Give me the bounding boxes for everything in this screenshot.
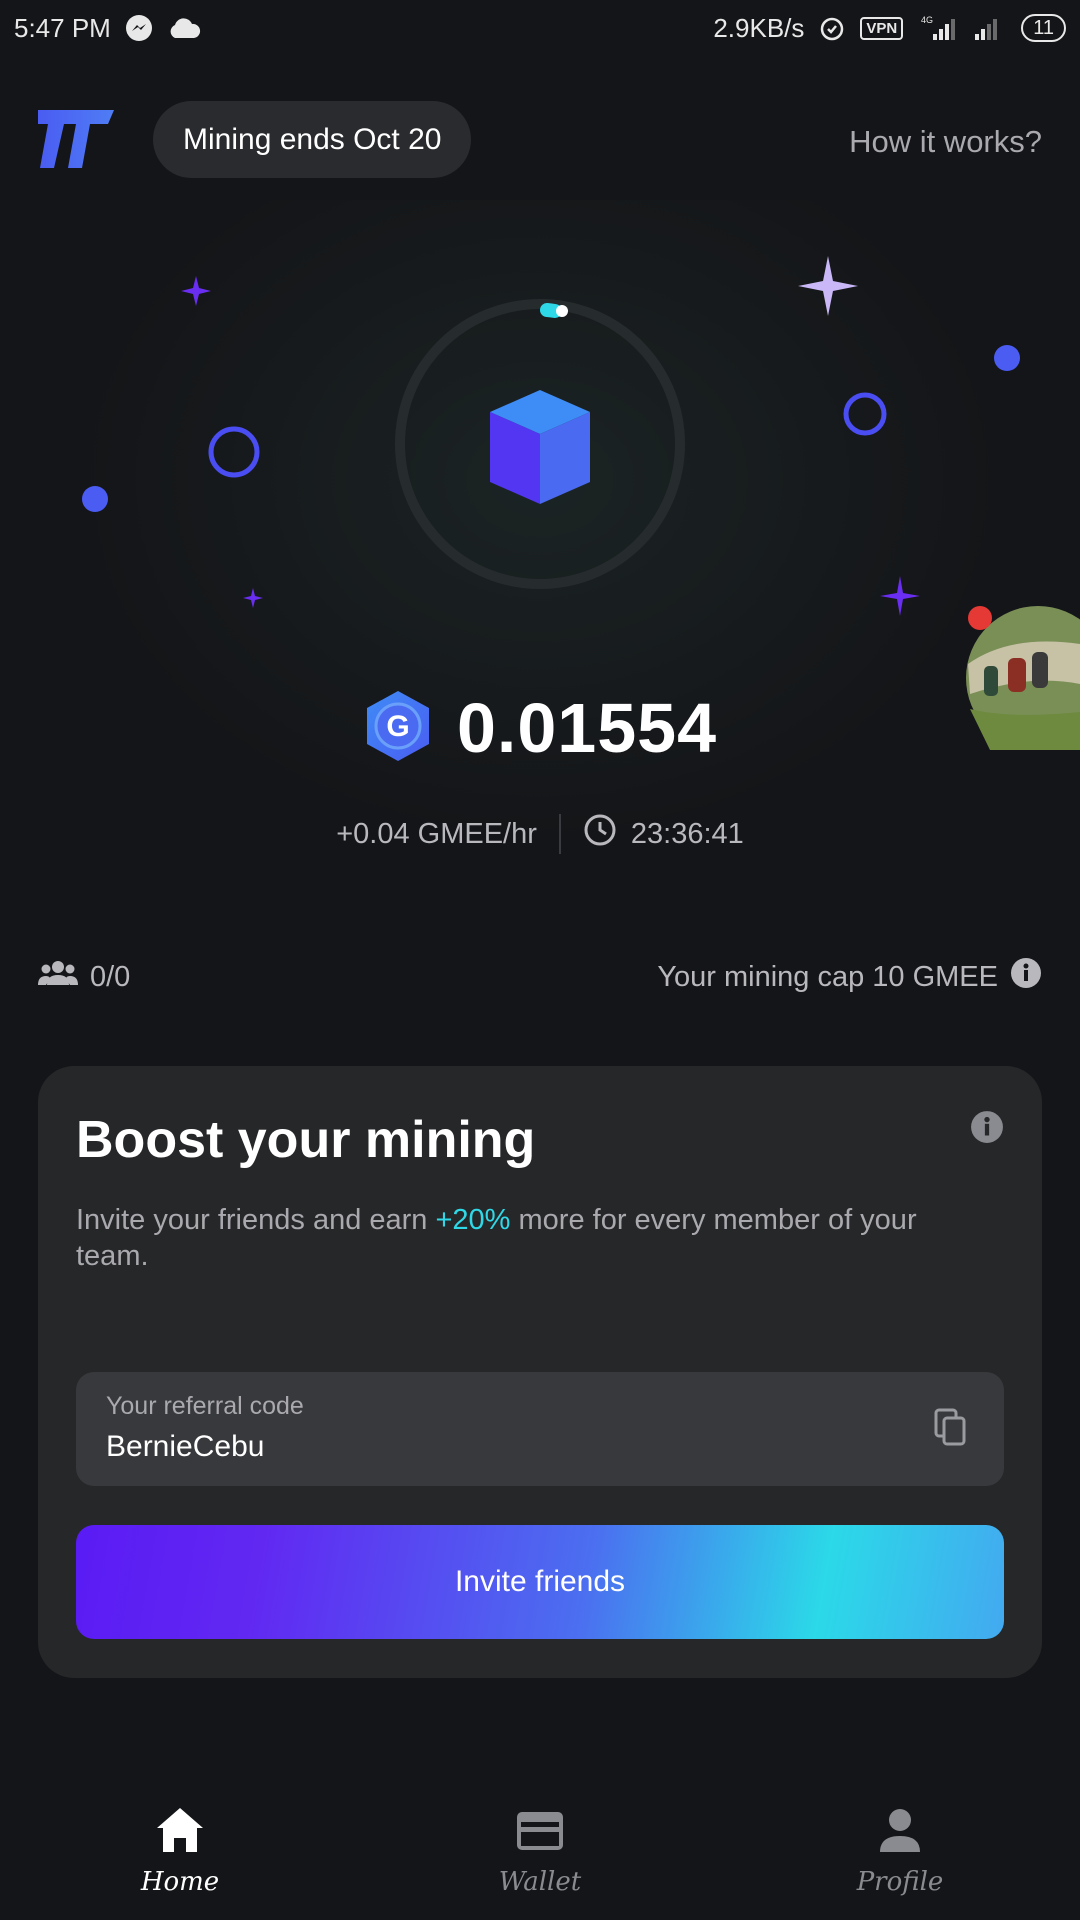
status-bar: 5:47 PM 2.9KB/s VPN 4G 11 — [0, 0, 1080, 56]
boost-desc-accent: +20% — [435, 1204, 511, 1236]
cube-icon — [490, 390, 590, 504]
nav-label-profile: Profile — [856, 1867, 944, 1897]
referral-label: Your referral code — [106, 1392, 304, 1420]
profile-icon — [875, 1806, 925, 1859]
ring-decoration — [843, 392, 887, 436]
nav-item-home[interactable]: Home — [100, 1780, 260, 1920]
app-logo — [38, 110, 114, 168]
mining-visual — [0, 200, 1080, 880]
sparkle-icon — [243, 588, 263, 608]
boost-description: Invite your friends and earn +20% more f… — [76, 1202, 996, 1274]
nav-label-home: Home — [140, 1867, 220, 1897]
battery-indicator: 11 — [1021, 14, 1066, 42]
nav-item-wallet[interactable]: Wallet — [460, 1780, 620, 1920]
gmee-coin-icon: G — [363, 689, 433, 768]
referral-code-box: Your referral code BernieCebu — [76, 1372, 1004, 1486]
wallet-icon — [515, 1806, 565, 1859]
dot-decoration — [994, 345, 1020, 371]
sparkle-icon — [880, 576, 920, 616]
nav-label-wallet: Wallet — [498, 1867, 582, 1897]
boost-title: Boost your mining — [76, 1111, 536, 1169]
divider — [558, 814, 561, 854]
team-icon — [38, 959, 78, 995]
nav-item-profile[interactable]: Profile — [820, 1780, 980, 1920]
signal-icon-2 — [973, 14, 1007, 42]
mining-cap: Your mining cap 10 GMEE — [657, 957, 1042, 997]
signal-icon: 4G — [917, 14, 959, 42]
home-icon — [155, 1806, 205, 1859]
boost-info-icon[interactable] — [970, 1110, 1004, 1149]
info-icon[interactable] — [1010, 957, 1042, 997]
mining-progress-arc — [540, 303, 562, 318]
invite-friends-button[interactable]: Invite friends — [76, 1525, 1004, 1639]
mining-cap-text: Your mining cap 10 GMEE — [657, 960, 998, 993]
mining-ends-badge: Mining ends Oct 20 — [153, 101, 472, 178]
coin-letter: G — [386, 710, 409, 743]
mining-rate: +0.04 GMEE/hr — [336, 817, 537, 850]
status-time: 5:47 PM — [14, 12, 111, 43]
balance-row: G 0.01554 — [0, 688, 1080, 768]
rate-row: +0.04 GMEE/hr 23:36:41 — [0, 812, 1080, 856]
timer-value: 23:36:41 — [630, 817, 744, 850]
mining-balance: 0.01554 — [456, 689, 718, 767]
dot-decoration — [82, 486, 108, 512]
timer: 23:36:41 — [583, 813, 744, 855]
copy-icon[interactable] — [934, 1408, 968, 1453]
messenger-icon — [125, 14, 153, 42]
clock-icon — [583, 813, 617, 855]
vpn-badge: VPN — [860, 16, 904, 40]
app-header: Mining ends Oct 20 How it works? — [0, 100, 1080, 180]
network-speed: 2.9KB/s — [713, 12, 805, 43]
cloud-icon — [167, 16, 201, 40]
network-type: 4G — [921, 15, 933, 25]
mining-ends-label: Mining ends Oct 20 — [183, 122, 442, 156]
bottom-nav: Home Wallet Profile — [0, 1780, 1080, 1920]
referral-code: BernieCebu — [106, 1430, 265, 1463]
boost-desc-before: Invite your friends and earn — [76, 1204, 436, 1236]
team-row: 0/0 Your mining cap 10 GMEE — [38, 955, 1042, 999]
team-count-value: 0/0 — [90, 960, 131, 993]
sparkle-icon — [181, 276, 211, 306]
alarm-icon — [818, 14, 846, 42]
team-count[interactable]: 0/0 — [38, 959, 130, 995]
boost-card: Boost your mining Invite your friends an… — [38, 1066, 1042, 1678]
sparkle-icon — [798, 256, 858, 316]
ring-decoration — [208, 426, 260, 478]
how-it-works-link[interactable]: How it works? — [849, 124, 1042, 160]
